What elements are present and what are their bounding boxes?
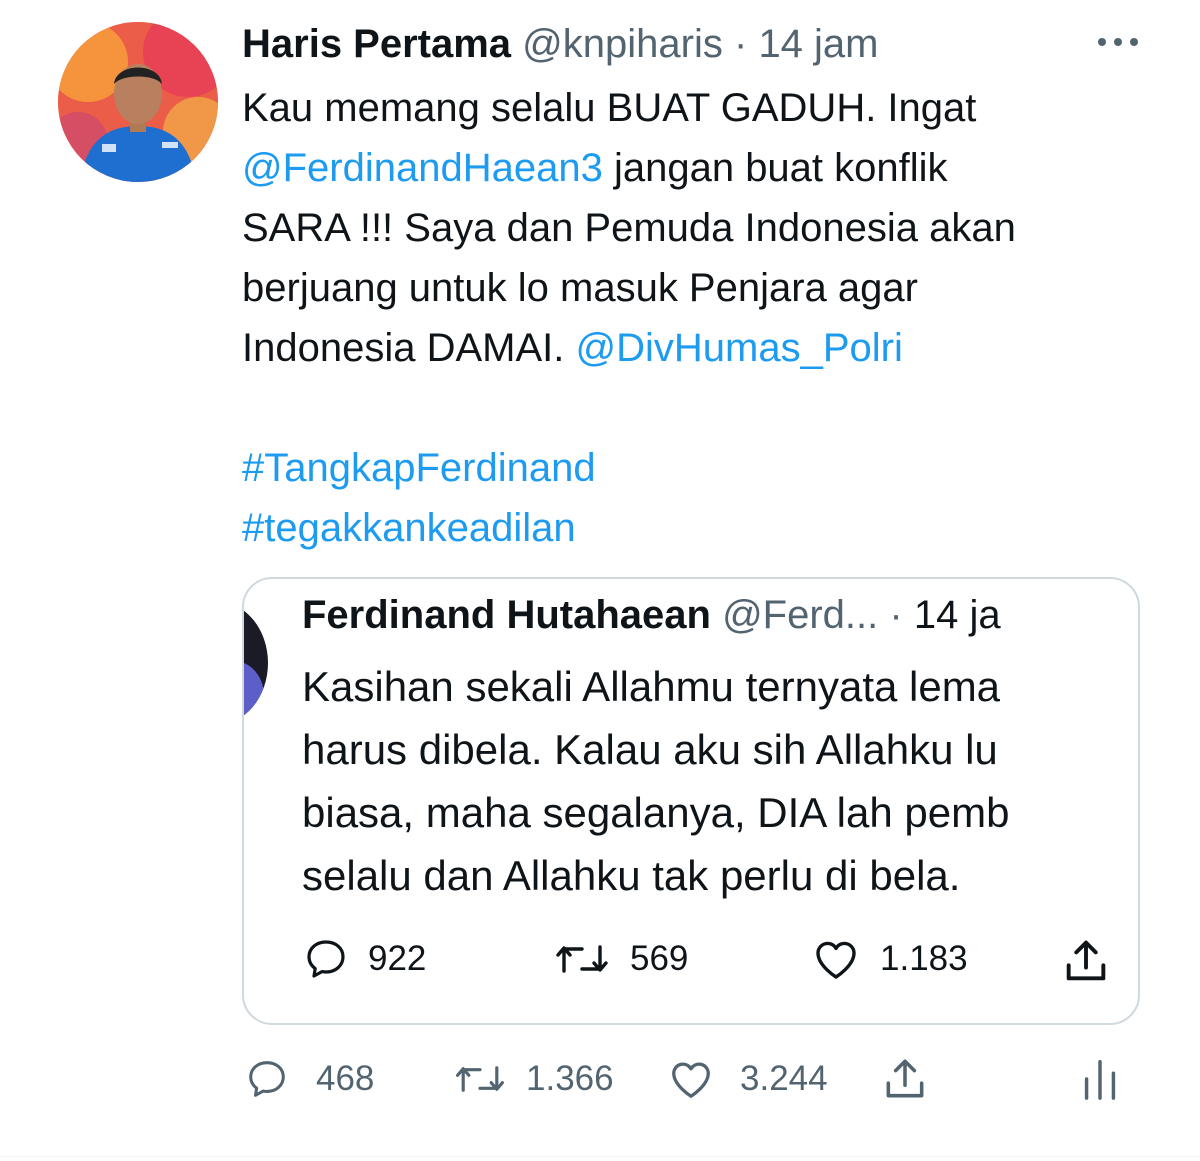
author-avatar-image: [58, 22, 218, 182]
mention-divhumas[interactable]: @DivHumas_Polri: [576, 326, 903, 370]
tweet-line: Kau memang selalu BUAT GADUH. Ingat: [242, 86, 977, 130]
header-separator: ·: [733, 22, 748, 66]
avatar-detail: [244, 661, 264, 725]
quoted-like-button[interactable]: 1.183: [810, 935, 968, 983]
quoted-tweet-line: Kasihan sekali Allahmu ternyata lema: [302, 663, 1001, 710]
quoted-like-count: 1.183: [880, 939, 968, 978]
share-icon: [1066, 940, 1106, 981]
more-icon[interactable]: [1096, 32, 1140, 52]
quoted-tweet-timestamp: 14 ja: [913, 593, 1001, 637]
tweet-header: Haris Pertama @knpiharis · 14 jam: [242, 18, 879, 70]
quoted-tweet-header: Ferdinand Hutahaean @Ferd... · 14 ja: [302, 589, 1001, 641]
quoted-share-button[interactable]: [1060, 935, 1112, 987]
quoted-tweet-card[interactable]: Ferdinand Hutahaean @Ferd... · 14 ja Kas…: [242, 577, 1140, 1025]
hashtag-tegakkankeadilan[interactable]: #tegakkankeadilan: [242, 498, 1162, 558]
quoted-tweet-line: harus dibela. Kalau aku sih Allahku lu: [302, 726, 998, 773]
author-handle[interactable]: @knpiharis: [522, 22, 723, 66]
mention-ferdinand[interactable]: @FerdinandHaean3: [242, 146, 603, 190]
reply-button[interactable]: 468: [244, 1056, 374, 1102]
tweet-line: Indonesia DAMAI. @DivHumas_Polri: [242, 318, 1162, 378]
reply-count: 468: [316, 1059, 375, 1098]
like-button[interactable]: 3.244: [666, 1056, 828, 1102]
analytics-icon: [1084, 1060, 1116, 1100]
retweet-icon: [456, 1066, 504, 1092]
quoted-retweet-count: 569: [630, 939, 689, 978]
reply-icon: [307, 940, 345, 978]
tweet-timestamp[interactable]: 14 jam: [758, 22, 878, 66]
tweet-line: SARA !!! Saya dan Pemuda Indonesia akan: [242, 206, 1016, 250]
author-avatar[interactable]: [58, 22, 218, 182]
retweet-count: 1.366: [526, 1059, 614, 1098]
tweet-line-text: jangan buat konflik: [602, 146, 948, 190]
analytics-button[interactable]: [1080, 1056, 1120, 1102]
tweet-line-text: Indonesia DAMAI.: [242, 326, 576, 370]
like-icon: [672, 1062, 710, 1098]
hashtag-tangkapferdinand[interactable]: #TangkapFerdinand: [242, 438, 1162, 498]
like-count: 3.244: [740, 1059, 828, 1098]
reply-icon: [249, 1061, 285, 1097]
quoted-reply-button[interactable]: 922: [302, 935, 426, 983]
quoted-retweet-button[interactable]: 569: [552, 935, 688, 983]
quoted-tweet-line: selalu dan Allahku tak perlu di bela.: [302, 852, 961, 899]
divider: [0, 1156, 1200, 1157]
quoted-reply-count: 922: [368, 939, 427, 978]
retweet-icon: [556, 945, 608, 973]
quoted-tweet-text: Kasihan sekali Allahmu ternyata lema har…: [302, 655, 1138, 907]
quoted-author-handle[interactable]: @Ferd...: [722, 593, 878, 637]
tweet-line: @FerdinandHaean3 jangan buat konflik: [242, 138, 1162, 198]
quoted-tweet-line: biasa, maha segalanya, DIA lah pemb: [302, 789, 1010, 836]
quoted-author-avatar[interactable]: [244, 601, 268, 725]
quoted-author-name[interactable]: Ferdinand Hutahaean: [302, 593, 711, 637]
retweet-button[interactable]: 1.366: [452, 1056, 614, 1102]
tweet-line: berjuang untuk lo masuk Penjara agar: [242, 266, 918, 310]
quoted-header-separator: ·: [889, 593, 903, 637]
author-name[interactable]: Haris Pertama: [242, 22, 511, 66]
tweet-text: Kau memang selalu BUAT GADUH. Ingat @Fer…: [242, 78, 1162, 558]
share-icon: [886, 1059, 924, 1098]
share-button[interactable]: [880, 1054, 930, 1104]
like-icon: [816, 941, 856, 979]
